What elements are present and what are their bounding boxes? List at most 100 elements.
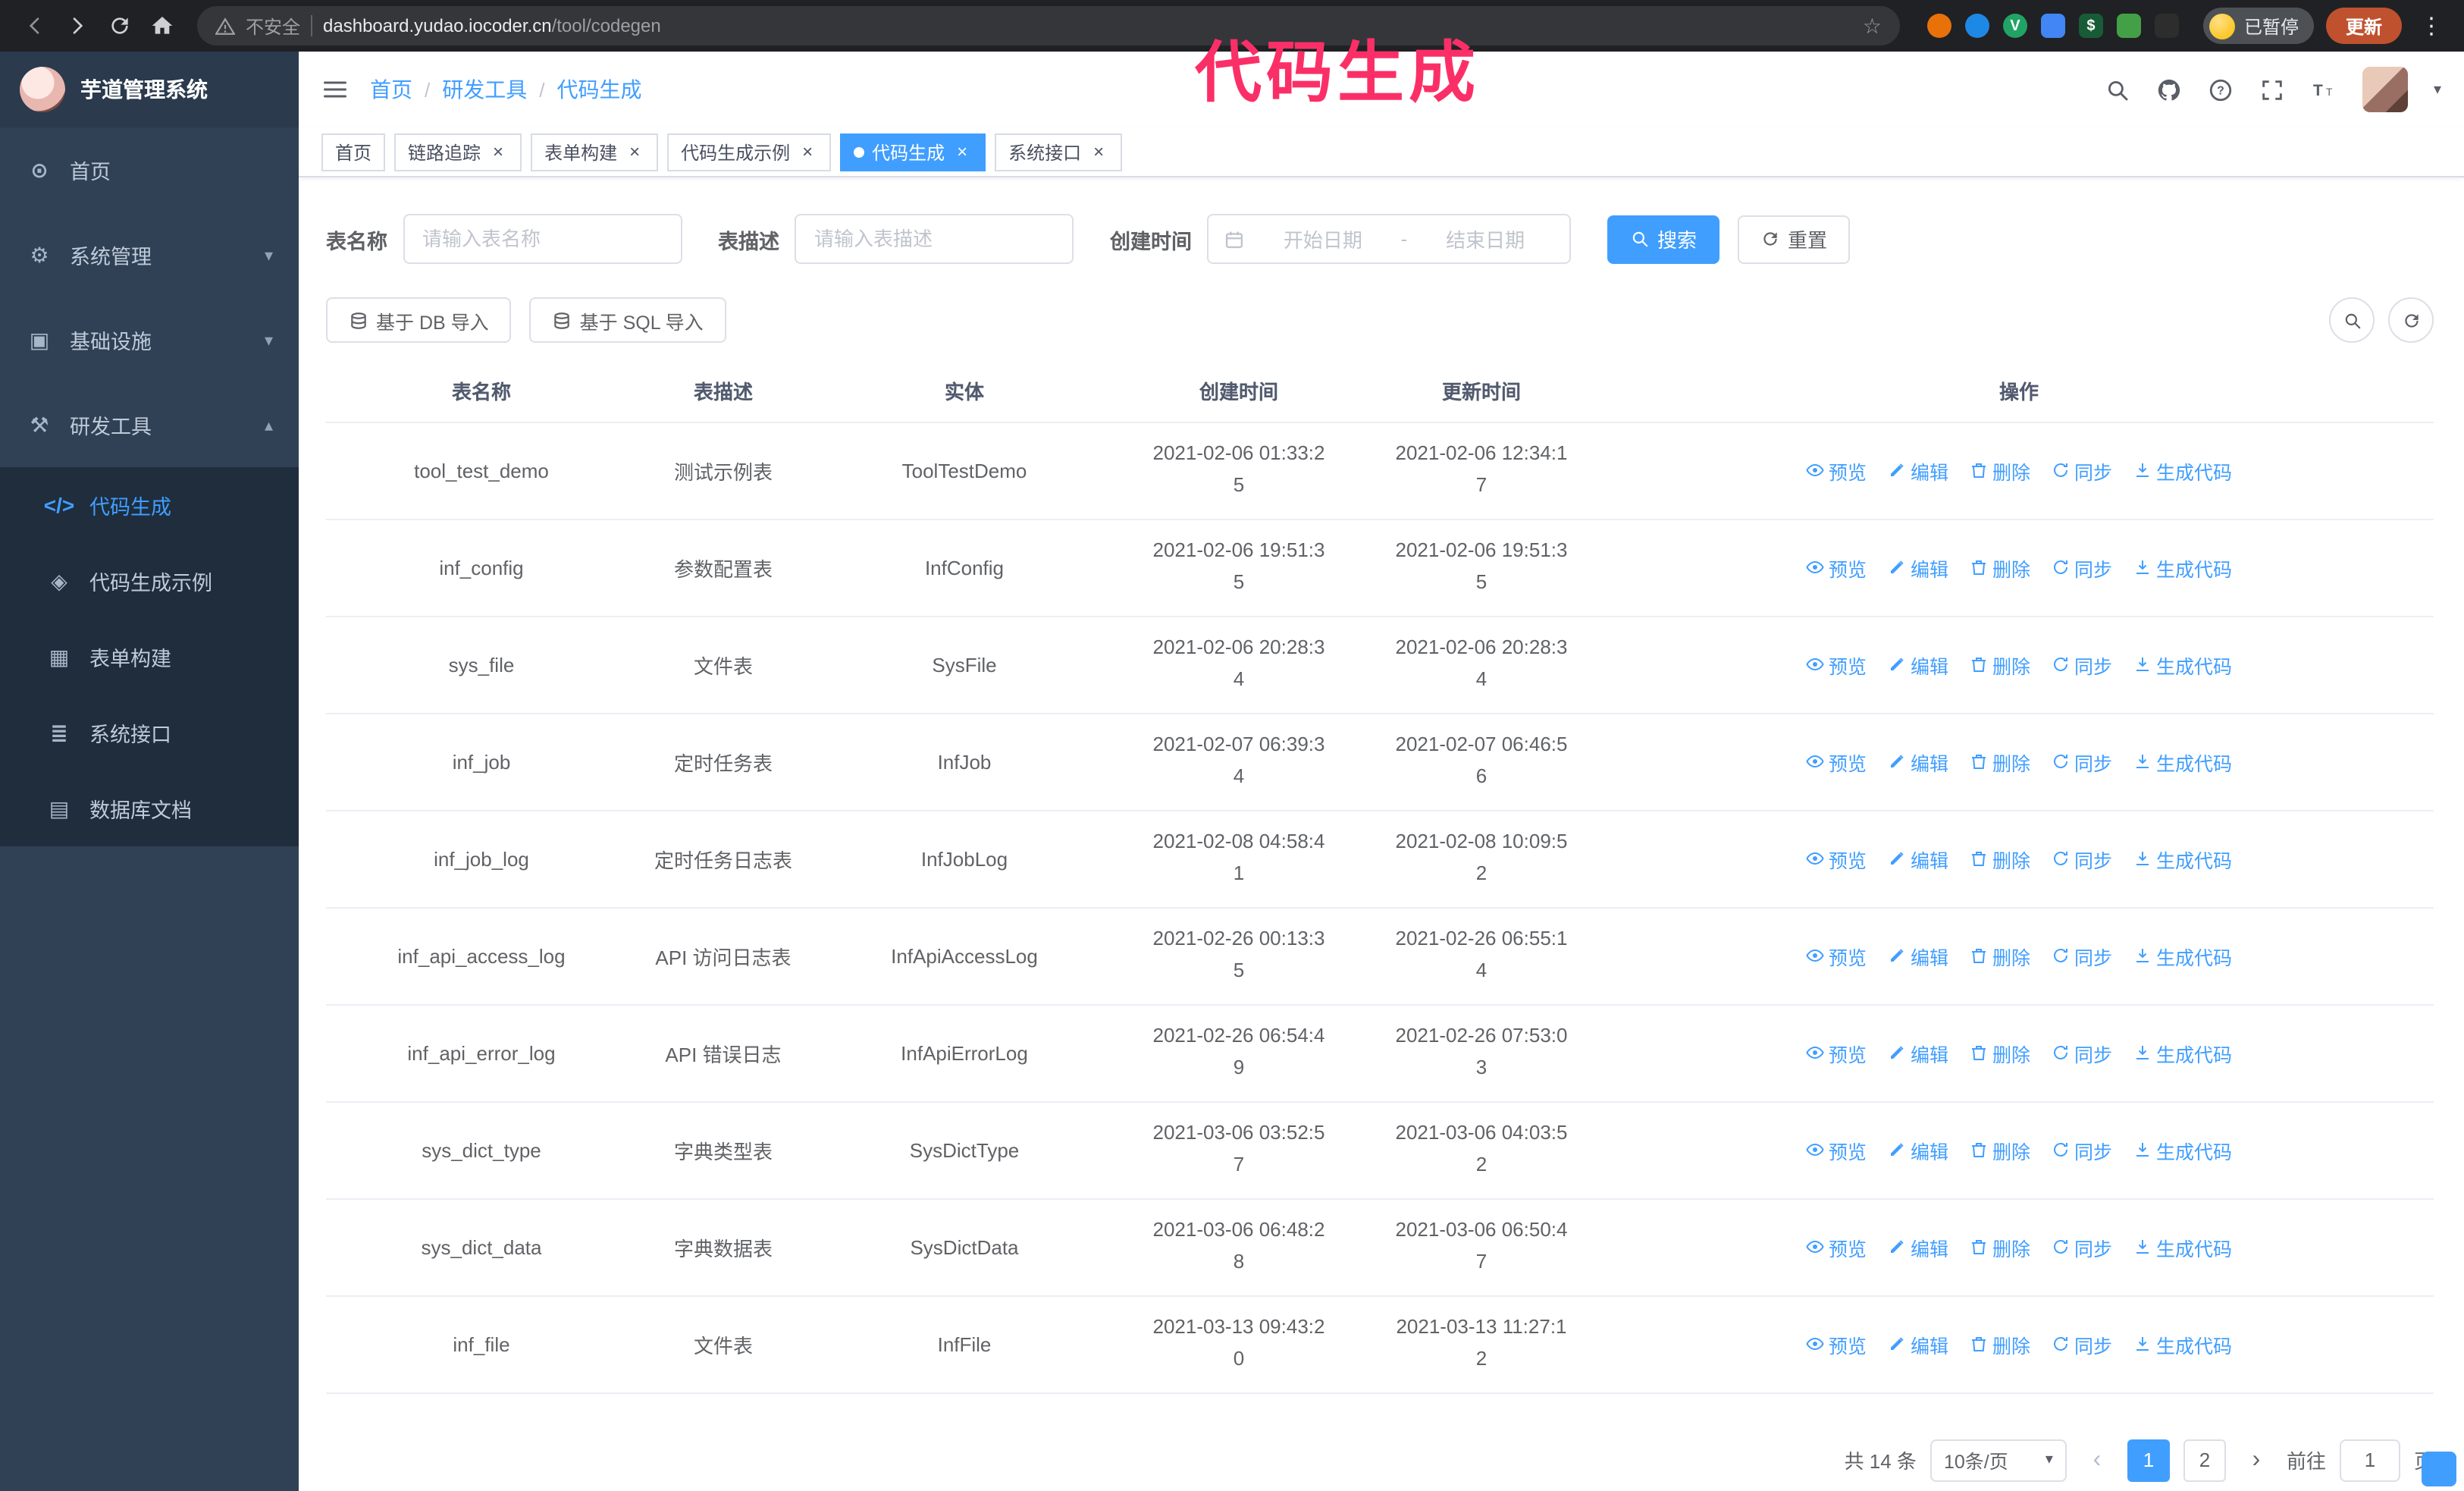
action-generate[interactable]: 生成代码 (2133, 747, 2232, 776)
goto-page-input[interactable] (2339, 1439, 2400, 1481)
refresh-table-button[interactable] (2388, 297, 2434, 343)
action-generate[interactable]: 生成代码 (2133, 1038, 2232, 1067)
help-icon[interactable]: ? (2208, 77, 2234, 102)
action-generate[interactable]: 生成代码 (2133, 1232, 2232, 1261)
action-preview[interactable]: 预览 (1806, 553, 1867, 582)
action-sync[interactable]: 同步 (2052, 553, 2112, 582)
action-edit[interactable]: 编辑 (1888, 1232, 1948, 1261)
page-size-select[interactable]: 10条/页 ▾ (1930, 1439, 2067, 1481)
sidebar-item-system[interactable]: ⚙ 系统管理 ▾ (0, 212, 299, 297)
sidebar-subitem-codegen[interactable]: </> 代码生成 (0, 467, 299, 543)
action-preview[interactable]: 预览 (1806, 844, 1867, 873)
extension-leaf-icon[interactable] (2116, 14, 2141, 38)
fullscreen-icon[interactable] (2259, 77, 2285, 102)
back-icon[interactable] (15, 6, 55, 46)
action-generate[interactable]: 生成代码 (2133, 553, 2232, 582)
action-delete[interactable]: 删除 (1970, 1329, 2030, 1358)
table-desc-input[interactable] (795, 214, 1074, 264)
breadcrumb-item[interactable]: 研发工具 (442, 74, 527, 105)
extension-orange-icon[interactable] (1926, 14, 1951, 38)
tab-close-icon[interactable]: × (798, 142, 817, 162)
action-preview[interactable]: 预览 (1806, 456, 1867, 485)
action-sync[interactable]: 同步 (2052, 1329, 2112, 1358)
action-generate[interactable]: 生成代码 (2133, 844, 2232, 873)
action-delete[interactable]: 删除 (1970, 1038, 2030, 1067)
action-delete[interactable]: 删除 (1970, 844, 2030, 873)
table-name-input[interactable] (403, 214, 682, 264)
action-sync[interactable]: 同步 (2052, 941, 2112, 970)
date-range-picker[interactable]: 开始日期 - 结束日期 (1207, 214, 1571, 264)
reset-button[interactable]: 重置 (1738, 215, 1851, 263)
action-delete[interactable]: 删除 (1970, 553, 2030, 582)
action-delete[interactable]: 删除 (1970, 1135, 2030, 1164)
tab-close-icon[interactable]: × (625, 142, 644, 162)
action-generate[interactable]: 生成代码 (2133, 1329, 2232, 1358)
action-delete[interactable]: 删除 (1970, 650, 2030, 679)
action-delete[interactable]: 删除 (1970, 941, 2030, 970)
search-button[interactable]: 搜索 (1607, 215, 1720, 263)
sidebar-item-infra[interactable]: ▣ 基础设施 ▾ (0, 297, 299, 382)
action-edit[interactable]: 编辑 (1888, 553, 1948, 582)
action-preview[interactable]: 预览 (1806, 747, 1867, 776)
tab-close-icon[interactable]: × (488, 142, 508, 162)
action-sync[interactable]: 同步 (2052, 844, 2112, 873)
tab-home[interactable]: 首页 (321, 133, 386, 171)
action-sync[interactable]: 同步 (2052, 1135, 2112, 1164)
browser-menu-icon[interactable]: ⋮ (2414, 12, 2449, 39)
extension-dark-green-icon[interactable]: $ (2078, 14, 2103, 38)
page-button-1[interactable]: 1 (2127, 1439, 2170, 1481)
tab-close-icon[interactable]: × (1089, 142, 1108, 162)
breadcrumb-item[interactable]: 代码生成 (557, 74, 642, 105)
hamburger-icon[interactable] (321, 76, 349, 103)
import-db-button[interactable]: 基于 DB 导入 (326, 297, 512, 343)
forward-icon[interactable] (58, 6, 97, 46)
action-preview[interactable]: 预览 (1806, 1135, 1867, 1164)
extension-drop-icon[interactable] (1964, 14, 1989, 38)
sidebar-item-devtools[interactable]: ⚒ 研发工具 ▴ (0, 382, 299, 467)
action-preview[interactable]: 预览 (1806, 941, 1867, 970)
extension-dark-icon[interactable] (2154, 14, 2179, 38)
action-generate[interactable]: 生成代码 (2133, 650, 2232, 679)
search-icon[interactable] (2105, 77, 2130, 102)
action-generate[interactable]: 生成代码 (2133, 941, 2232, 970)
toggle-search-button[interactable] (2329, 297, 2375, 343)
action-preview[interactable]: 预览 (1806, 650, 1867, 679)
action-sync[interactable]: 同步 (2052, 747, 2112, 776)
tab-tracer[interactable]: 链路追踪 × (394, 133, 522, 171)
sidebar-subitem-form-builder[interactable]: ▦ 表单构建 (0, 619, 299, 695)
action-preview[interactable]: 预览 (1806, 1232, 1867, 1261)
chevron-down-icon[interactable]: ▾ (2434, 81, 2441, 98)
font-size-icon[interactable]: TT (2311, 77, 2337, 102)
home-icon[interactable] (143, 6, 182, 46)
action-generate[interactable]: 生成代码 (2133, 1135, 2232, 1164)
reload-icon[interactable] (100, 6, 140, 46)
action-edit[interactable]: 编辑 (1888, 650, 1948, 679)
action-edit[interactable]: 编辑 (1888, 747, 1948, 776)
action-edit[interactable]: 编辑 (1888, 941, 1948, 970)
tab-form-builder[interactable]: 表单构建 × (531, 133, 659, 171)
corner-button[interactable] (2422, 1452, 2456, 1486)
action-sync[interactable]: 同步 (2052, 650, 2112, 679)
import-sql-button[interactable]: 基于 SQL 导入 (529, 297, 726, 343)
action-edit[interactable]: 编辑 (1888, 844, 1948, 873)
sidebar-item-home[interactable]: ⊙ 首页 (0, 127, 299, 212)
tab-close-icon[interactable]: × (952, 142, 972, 162)
action-sync[interactable]: 同步 (2052, 1038, 2112, 1067)
sidebar-subitem-codegen-example[interactable]: ◈ 代码生成示例 (0, 543, 299, 619)
action-delete[interactable]: 删除 (1970, 1232, 2030, 1261)
action-edit[interactable]: 编辑 (1888, 456, 1948, 485)
action-delete[interactable]: 删除 (1970, 747, 2030, 776)
user-avatar[interactable] (2362, 67, 2408, 112)
action-edit[interactable]: 编辑 (1888, 1038, 1948, 1067)
tab-codegen-example[interactable]: 代码生成示例 × (667, 133, 832, 171)
prev-page-button[interactable]: ‹ (2080, 1439, 2114, 1481)
action-delete[interactable]: 删除 (1970, 456, 2030, 485)
next-page-button[interactable]: › (2240, 1439, 2273, 1481)
tab-codegen[interactable]: 代码生成 × (840, 133, 986, 171)
action-edit[interactable]: 编辑 (1888, 1135, 1948, 1164)
address-bar[interactable]: 不安全 dashboard.yudao.iocoder.cn/tool/code… (197, 6, 1900, 46)
profile-paused-badge[interactable]: 已暂停 (2202, 8, 2314, 44)
sidebar-subitem-db-doc[interactable]: ▤ 数据库文档 (0, 771, 299, 846)
tab-system-api[interactable]: 系统接口 × (995, 133, 1123, 171)
github-icon[interactable] (2156, 77, 2182, 102)
